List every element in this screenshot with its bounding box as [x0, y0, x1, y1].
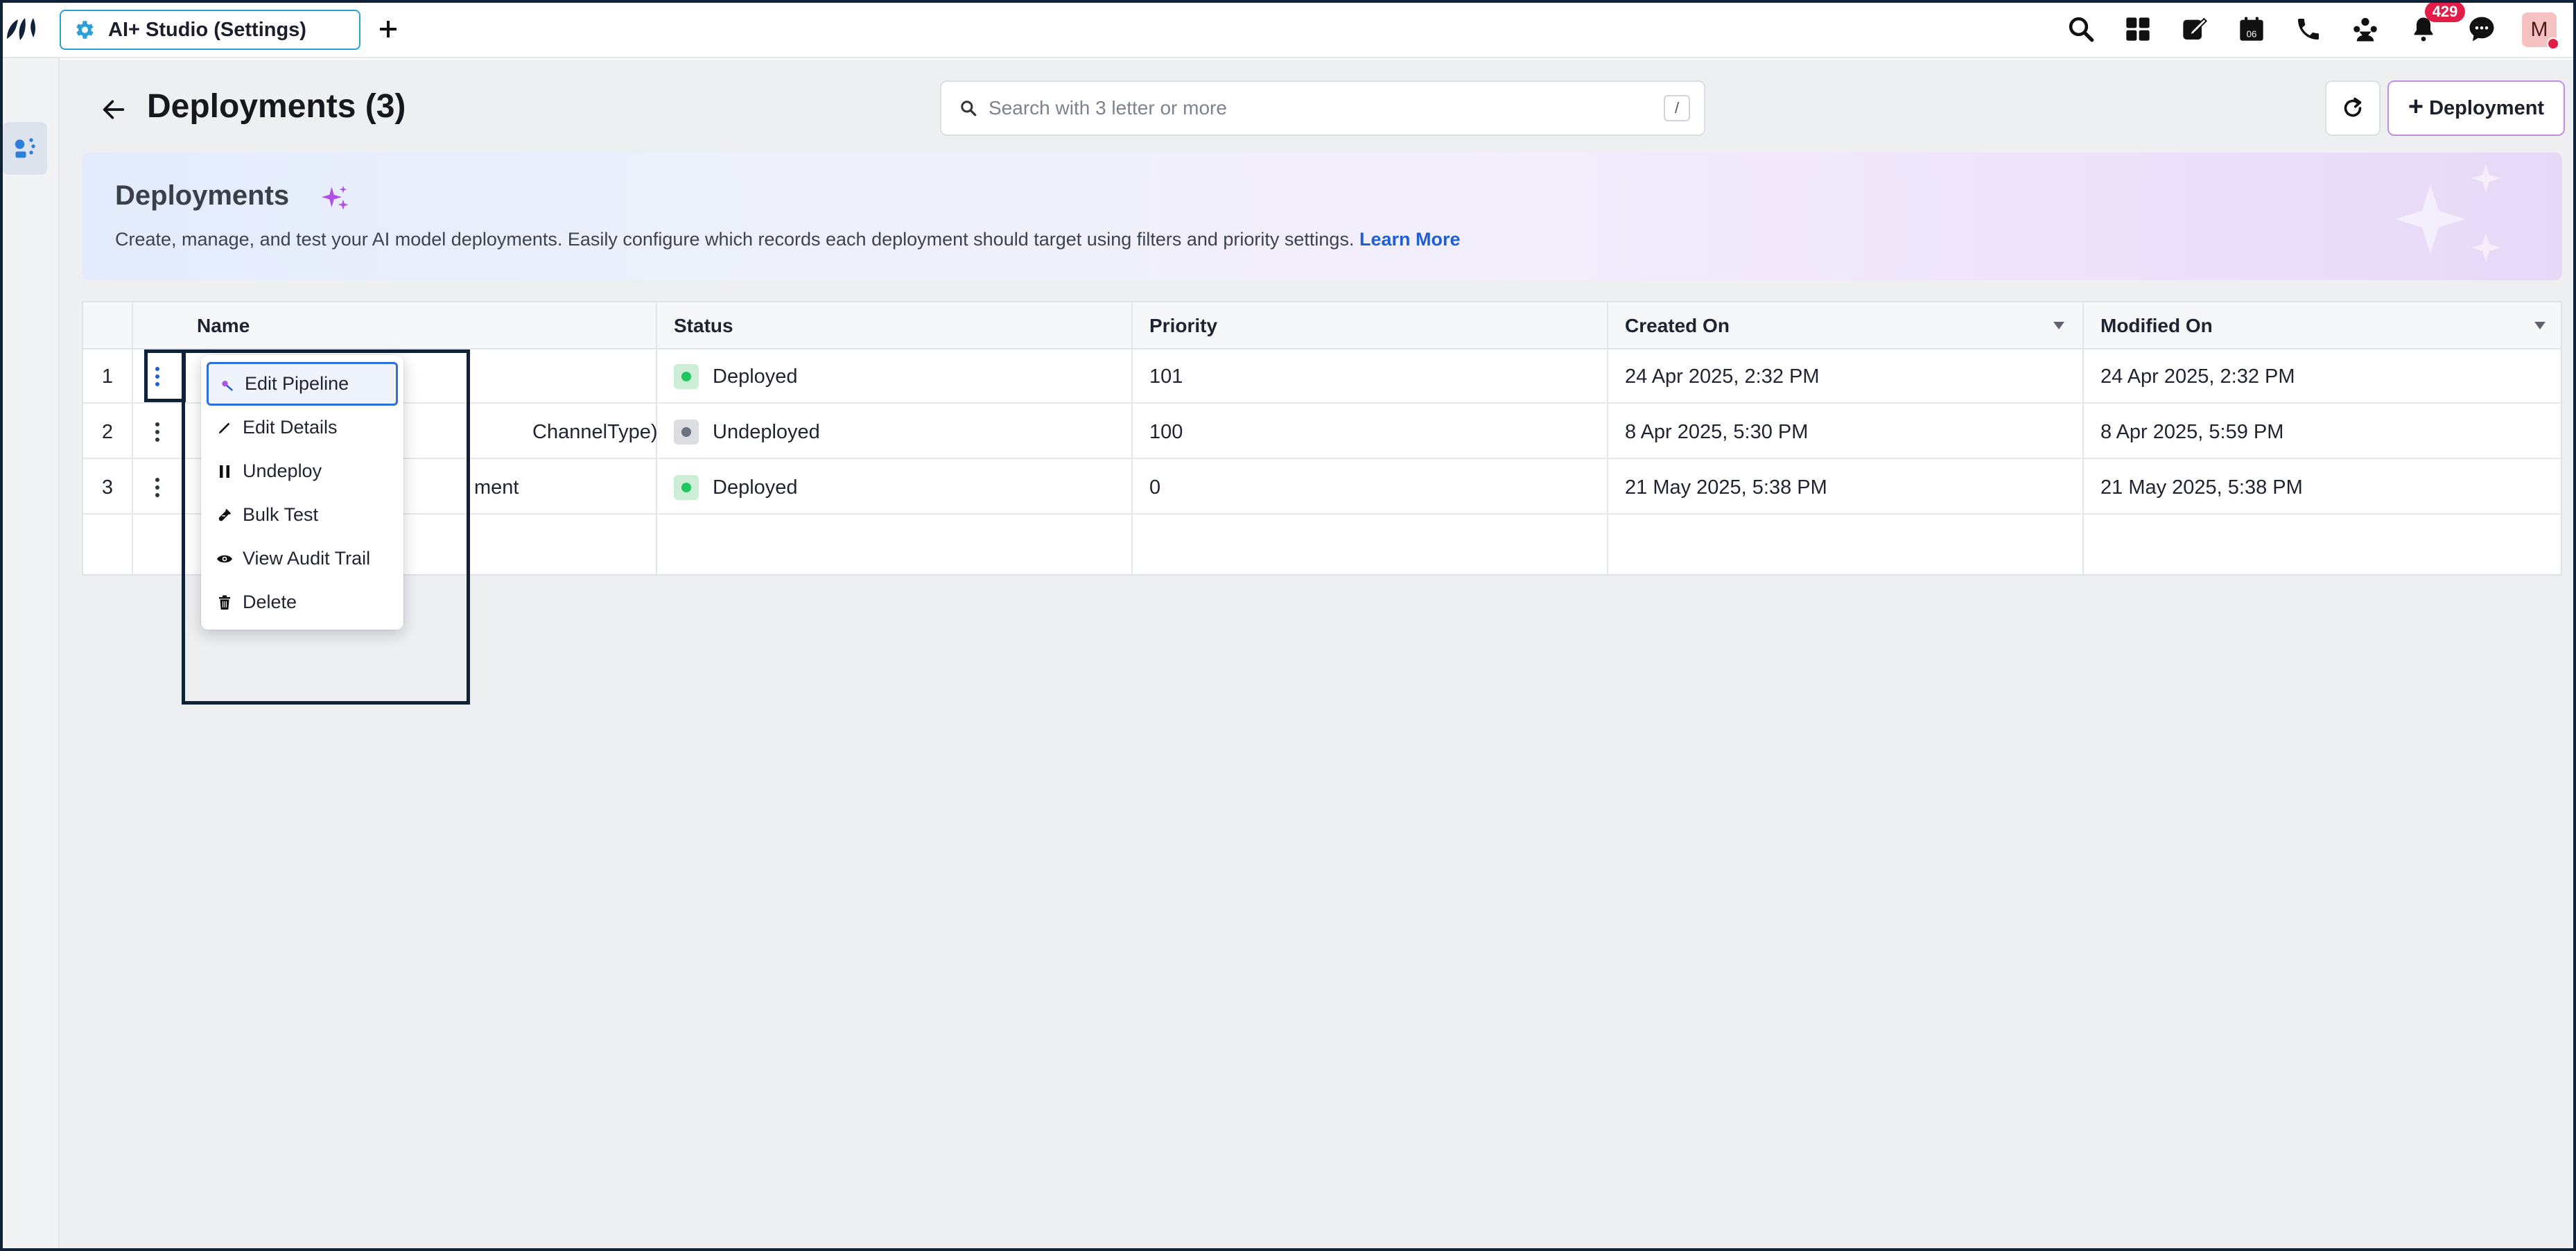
info-banner: Deployments Create, manage, and test you… — [82, 153, 2562, 280]
banner-description: Create, manage, and test your AI model d… — [115, 229, 1461, 250]
ai-studio-nav-icon[interactable] — [3, 122, 47, 175]
menu-item-edit-pipeline[interactable]: Edit Pipeline — [207, 362, 398, 406]
sort-caret-icon[interactable] — [2534, 322, 2545, 329]
cell-status: Deployed — [674, 350, 798, 404]
cell-modified-on: 24 Apr 2025, 2:32 PM — [2100, 365, 2295, 388]
magic-wand-icon — [218, 376, 235, 392]
pause-icon — [216, 463, 233, 480]
more-vertical-icon — [155, 478, 159, 497]
search-icon — [961, 101, 977, 117]
search-icon[interactable] — [2062, 10, 2100, 49]
sort-caret-icon[interactable] — [2053, 322, 2064, 329]
menu-item-label: Undeploy — [243, 460, 322, 481]
menu-item-delete[interactable]: Delete — [207, 580, 398, 624]
cell-priority: 100 — [1149, 420, 1183, 443]
column-header-priority[interactable]: Priority — [1149, 302, 1217, 350]
more-vertical-icon — [155, 422, 159, 442]
phone-icon[interactable] — [2289, 10, 2328, 49]
row-number: 1 — [101, 365, 114, 388]
page-title: Deployments (3) — [147, 88, 406, 125]
cell-status: Deployed — [674, 460, 798, 515]
top-bar: AI+ Studio (Settings) 06 429 M — [0, 0, 2576, 58]
row-context-menu: Edit Pipeline Edit Details Undeploy Bulk… — [201, 355, 403, 630]
banner-title: Deployments — [115, 180, 290, 211]
sparkle-decoration-icon — [2396, 164, 2500, 262]
row-number: 2 — [101, 420, 114, 443]
row-actions-button[interactable] — [133, 405, 182, 459]
status-indicator — [674, 475, 699, 500]
menu-item-label: View Audit Trail — [243, 548, 371, 569]
arrow-left-icon — [103, 100, 125, 119]
row-number: 3 — [101, 476, 114, 499]
add-tab-button[interactable] — [372, 12, 405, 46]
status-indicator — [674, 364, 699, 389]
cell-modified-on: 21 May 2025, 5:38 PM — [2100, 476, 2303, 499]
sparkle-icon — [321, 185, 349, 210]
left-rail — [0, 58, 60, 1251]
refresh-icon — [2344, 97, 2362, 117]
learn-more-link[interactable]: Learn More — [1359, 229, 1461, 250]
community-icon[interactable] — [2346, 10, 2385, 49]
calendar-day-text: 06 — [2247, 29, 2257, 40]
search-input[interactable] — [989, 97, 1664, 119]
menu-item-label: Edit Details — [243, 417, 338, 438]
cell-priority: 101 — [1149, 365, 1183, 388]
table-header: Name Status Priority Created On Modified… — [83, 302, 2561, 350]
app-logo-icon[interactable] — [3, 12, 37, 47]
status-text: Deployed — [713, 476, 798, 499]
eye-icon — [216, 551, 233, 567]
status-indicator — [674, 420, 699, 445]
menu-item-bulk-test[interactable]: Bulk Test — [207, 493, 398, 537]
menu-item-label: Edit Pipeline — [245, 373, 349, 394]
status-text: Undeployed — [713, 420, 820, 443]
gear-icon — [72, 18, 96, 42]
column-header-modified-on[interactable]: Modified On — [2100, 302, 2213, 350]
app-tab[interactable]: AI+ Studio (Settings) — [60, 10, 360, 50]
column-header-status[interactable]: Status — [674, 302, 733, 350]
back-button[interactable] — [94, 90, 133, 129]
cell-created-on: 21 May 2025, 5:38 PM — [1625, 476, 1827, 499]
avatar[interactable]: M — [2522, 12, 2559, 50]
menu-item-label: Bulk Test — [243, 504, 319, 525]
menu-item-view-audit-trail[interactable]: View Audit Trail — [207, 537, 398, 580]
notification-badge: 429 — [2425, 1, 2465, 22]
menu-item-edit-details[interactable]: Edit Details — [207, 406, 398, 449]
cell-priority: 0 — [1149, 476, 1161, 499]
cell-created-on: 24 Apr 2025, 2:32 PM — [1625, 365, 1820, 388]
test-tube-icon — [216, 507, 233, 524]
trash-icon — [216, 594, 233, 611]
row-actions-button[interactable] — [133, 460, 182, 515]
chat-icon[interactable] — [2462, 10, 2501, 49]
apps-grid-icon[interactable] — [2118, 10, 2157, 49]
cell-status: Undeployed — [674, 405, 820, 459]
menu-item-undeploy[interactable]: Undeploy — [207, 449, 398, 493]
menu-item-label: Delete — [243, 592, 297, 612]
search-shortcut-hint: / — [1664, 95, 1690, 121]
highlight-box — [144, 350, 186, 402]
app-tab-title: AI+ Studio (Settings) — [108, 18, 306, 41]
plus-icon: + — [2408, 92, 2424, 121]
column-header-created-on[interactable]: Created On — [1625, 302, 1730, 350]
status-text: Deployed — [713, 365, 798, 388]
add-deployment-button[interactable]: + Deployment — [2387, 80, 2565, 136]
compose-icon[interactable] — [2175, 10, 2214, 49]
search-box[interactable]: / — [940, 80, 1705, 136]
cell-created-on: 8 Apr 2025, 5:30 PM — [1625, 420, 1809, 443]
pencil-icon — [216, 420, 233, 436]
cell-modified-on: 8 Apr 2025, 5:59 PM — [2100, 420, 2284, 443]
plus-icon — [380, 21, 397, 37]
refresh-button[interactable] — [2325, 80, 2381, 136]
column-header-name[interactable]: Name — [197, 302, 250, 350]
banner-description-text: Create, manage, and test your AI model d… — [115, 229, 1355, 250]
add-deployment-label: Deployment — [2429, 96, 2545, 119]
calendar-icon[interactable]: 06 — [2232, 10, 2271, 49]
